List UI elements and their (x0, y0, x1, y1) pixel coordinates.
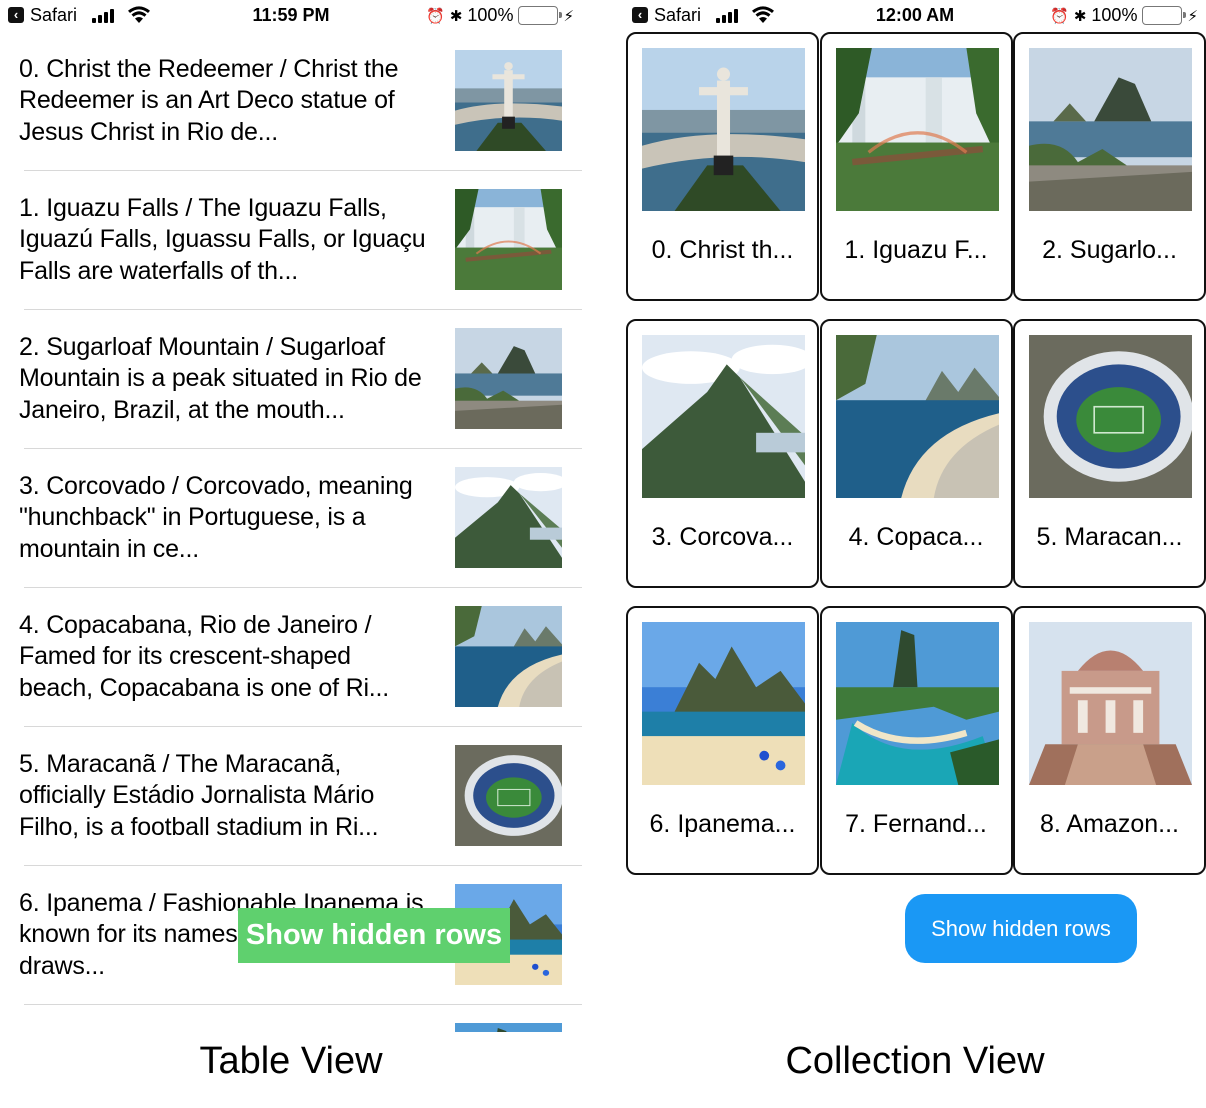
status-right-group: ⏰ ✱ 100% ⚡ (1050, 5, 1198, 26)
cell-label: 0. Christ th... (651, 236, 794, 264)
cell-label: 4. Copaca... (848, 523, 984, 551)
table-row[interactable]: 5. Maracanã / The Maracanã, officially E… (0, 727, 582, 866)
row-thumbnail-image (455, 606, 562, 707)
table-row[interactable]: 4. Copacabana, Rio de Janeiro / Famed fo… (0, 588, 582, 727)
table-row[interactable]: 1. Iguazu Falls / The Iguazu Falls, Igua… (0, 171, 582, 310)
collection-cell[interactable]: 1. Iguazu F... (819, 32, 1013, 301)
row-thumbnail-image (455, 1023, 562, 1032)
cell-image (1029, 335, 1192, 498)
cell-label: 5. Maracan... (1036, 523, 1183, 551)
row-text: 3. Corcovado / Corcovado, meaning "hunch… (19, 472, 413, 563)
row-text: 5. Maracanã / The Maracanã, officially E… (19, 750, 379, 841)
battery-icon (518, 6, 563, 25)
show-hidden-rows-button[interactable]: Show hidden rows (238, 908, 510, 963)
row-text: 4. Copacabana, Rio de Janeiro / Famed fo… (19, 611, 390, 702)
table-row[interactable]: 2. Sugarloaf Mountain / Sugarloaf Mounta… (0, 310, 582, 449)
row-text (19, 1027, 429, 1032)
collection-cell[interactable]: 7. Fernand... (819, 606, 1013, 875)
row-text: 2. Sugarloaf Mountain / Sugarloaf Mounta… (19, 333, 422, 424)
cell-label: 8. Amazon... (1040, 810, 1179, 838)
collection-cell[interactable]: 4. Copaca... (819, 319, 1013, 588)
charging-bolt-icon: ⚡ (563, 7, 574, 25)
cell-image (1029, 622, 1192, 785)
battery-percent: 100% (467, 5, 514, 25)
cell-image (835, 48, 999, 211)
row-thumbnail-image (455, 467, 562, 568)
table-view-screen: ‹ Safari 11:59 PM ⏰ ✱ 100% ⚡ 0. Christ t… (0, 0, 582, 1032)
collection-cell[interactable]: 3. Corcova... (626, 319, 819, 588)
charging-bolt-icon: ⚡ (1187, 7, 1198, 25)
battery-icon (1142, 6, 1187, 25)
row-thumbnail-image (455, 328, 562, 429)
alarm-icon: ⏰ (1050, 7, 1069, 25)
collection-cell[interactable]: 8. Amazon... (1013, 606, 1206, 875)
cell-label: 7. Fernand... (845, 810, 987, 838)
status-right-group: ⏰ ✱ 100% ⚡ (426, 5, 574, 26)
collection-cell[interactable]: 6. Ipanema... (626, 606, 819, 875)
collection-cell[interactable]: 2. Sugarlo... (1013, 32, 1206, 301)
table-row[interactable]: 0. Christ the Redeemer / Christ the Rede… (0, 32, 582, 171)
collection-cell[interactable]: 5. Maracan... (1013, 319, 1206, 588)
collection-cell[interactable]: 0. Christ th... (626, 32, 819, 301)
table-row[interactable]: 3. Corcovado / Corcovado, meaning "hunch… (0, 449, 582, 588)
table-view-caption: Table View (199, 1040, 383, 1082)
cell-image (1029, 48, 1192, 211)
status-bar: ‹ Safari 11:59 PM ⏰ ✱ 100% ⚡ (0, 0, 582, 32)
table-view[interactable]: 0. Christ the Redeemer / Christ the Rede… (0, 32, 582, 1032)
cell-label: 6. Ipanema... (649, 810, 796, 838)
row-text: 1. Iguazu Falls / The Iguazu Falls, Igua… (19, 194, 426, 285)
bluetooth-icon: ✱ (449, 7, 463, 25)
row-thumbnail-image (455, 745, 562, 846)
cell-label: 1. Iguazu F... (844, 236, 988, 264)
cell-image (642, 622, 805, 785)
status-bar: ‹ Safari 12:00 AM ⏰ ✱ 100% ⚡ (624, 0, 1206, 32)
battery-percent: 100% (1091, 5, 1138, 25)
cell-image (835, 622, 999, 785)
collection-view-caption: Collection View (785, 1040, 1045, 1082)
collection-view-screen: ‹ Safari 12:00 AM ⏰ ✱ 100% ⚡ 0. Christ t… (624, 0, 1206, 1032)
show-hidden-rows-button[interactable]: Show hidden rows (905, 894, 1137, 963)
table-row[interactable] (0, 1005, 582, 1032)
alarm-icon: ⏰ (426, 7, 445, 25)
cell-image (835, 335, 999, 498)
bluetooth-icon: ✱ (1073, 7, 1087, 25)
cell-label: 3. Corcova... (651, 523, 794, 551)
row-thumbnail-image (455, 189, 562, 290)
row-thumbnail-image (455, 50, 562, 151)
cell-image (642, 48, 805, 211)
row-text: 0. Christ the Redeemer / Christ the Rede… (19, 55, 399, 146)
cell-label: 2. Sugarlo... (1042, 236, 1177, 264)
cell-image (642, 335, 805, 498)
